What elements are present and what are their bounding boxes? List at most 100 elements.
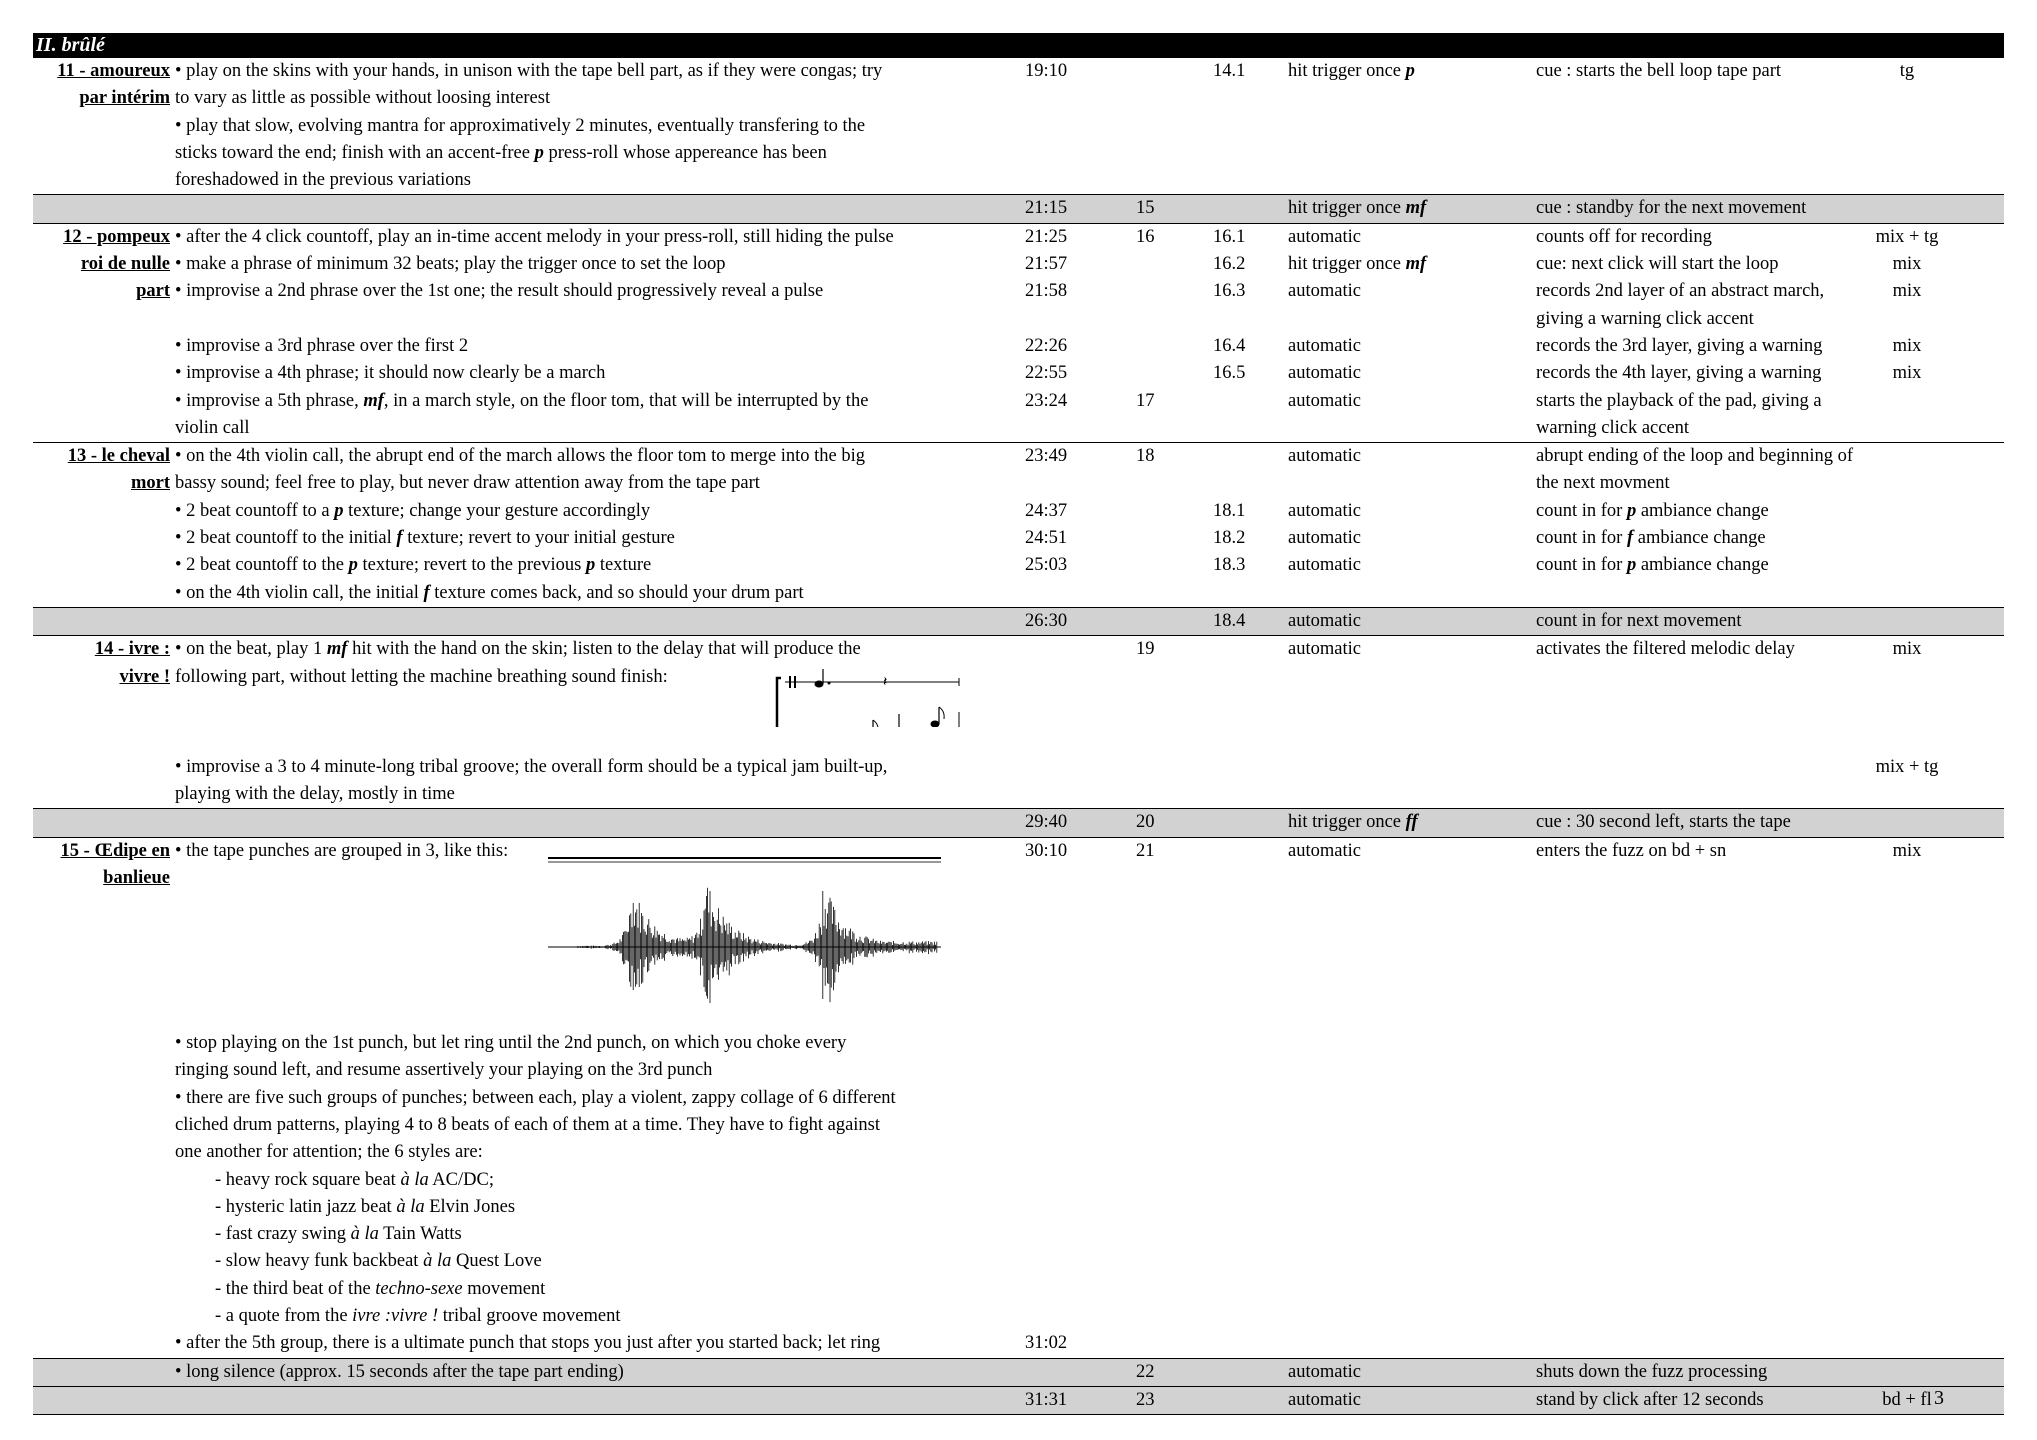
- transition-row: • long silence (approx. 15 seconds after…: [33, 1357, 2004, 1387]
- action: hit trigger once mf: [1288, 198, 1427, 219]
- cue-number: 17: [1136, 390, 1155, 411]
- output: mix: [1892, 281, 1922, 302]
- table-row: giving a warning click accent: [33, 306, 2004, 333]
- note-head: [814, 680, 824, 688]
- table-row: 11 - amoureux • play on the skins with y…: [33, 58, 2004, 85]
- staff-bracket: [775, 676, 781, 727]
- instruction: • make a phrase of minimum 32 beats; pla…: [175, 254, 726, 275]
- description: the next movment: [1536, 473, 1670, 494]
- description: count in for p ambiance change: [1536, 500, 1769, 521]
- cue-number: 22: [1136, 1361, 1155, 1382]
- output: mix: [1892, 254, 1922, 275]
- instruction: bassy sound; feel free to play, but neve…: [175, 473, 760, 494]
- list-item: - the third beat of the techno-sexe move…: [33, 1276, 2004, 1303]
- sub-cue: 18.2: [1213, 528, 1246, 549]
- instruction: playing with the delay, mostly in time: [175, 784, 455, 805]
- action: automatic: [1288, 335, 1361, 356]
- description: giving a warning click accent: [1536, 308, 1754, 329]
- note-flag: [938, 706, 945, 719]
- time: 25:03: [1025, 555, 1068, 576]
- description: shuts down the fuzz processing: [1536, 1361, 1768, 1382]
- table-row: • after the 5th group, there is a ultima…: [33, 1330, 2004, 1357]
- description: stand by click after 12 seconds: [1536, 1389, 1764, 1410]
- table-row: • on the 4th violin call, the initial f …: [33, 580, 2004, 607]
- output: mix + tg: [1875, 756, 1939, 777]
- time: 19:10: [1025, 61, 1068, 81]
- description: abrupt ending of the loop and beginning …: [1536, 446, 1854, 467]
- table-row: playing with the delay, mostly in time: [33, 781, 2004, 808]
- instruction: • 2 beat countoff to the p texture; reve…: [175, 555, 652, 576]
- transition-row: 31:31 23 automatic stand by click after …: [33, 1386, 2004, 1416]
- action: automatic: [1288, 226, 1361, 247]
- action: automatic: [1288, 281, 1361, 302]
- output: tg: [1899, 61, 1915, 81]
- description: records 2nd layer of an abstract march,: [1536, 281, 1825, 302]
- description: cue: next click will start the loop: [1536, 254, 1779, 275]
- waveform-diagram: [548, 857, 941, 1004]
- time: 21:57: [1025, 254, 1068, 275]
- output: mix + tg: [1875, 226, 1939, 247]
- movement-title: 14 - ivre :: [94, 639, 170, 660]
- action: hit trigger once mf: [1288, 254, 1427, 275]
- description: count in for p ambiance change: [1536, 555, 1769, 576]
- dot: [827, 681, 831, 685]
- table-row: roi de nulle • make a phrase of minimum …: [33, 251, 2004, 278]
- table-row: 14 - ivre : • on the beat, play 1 mf hit…: [33, 636, 2004, 663]
- table-row: mort bassy sound; feel free to play, but…: [33, 470, 2004, 497]
- time: 23:49: [1025, 446, 1068, 467]
- instruction: to vary as little as possible without lo…: [175, 88, 551, 109]
- movement-title: par intérim: [79, 88, 170, 109]
- list-item: - slow heavy funk backbeat à la Quest Lo…: [33, 1248, 2004, 1275]
- instruction: • improvise a 3rd phrase over the first …: [175, 335, 469, 356]
- instruction: cliched drum patterns, playing 4 to 8 be…: [175, 1114, 881, 1135]
- transition-row: 21:15 15 hit trigger once mf cue : stand…: [33, 194, 2004, 224]
- cue-number: 16: [1136, 226, 1155, 247]
- style-item: - slow heavy funk backbeat à la Quest Lo…: [215, 1251, 542, 1272]
- cue-number: 15: [1136, 198, 1155, 219]
- description: records the 3rd layer, giving a warning: [1536, 335, 1823, 356]
- movement-title: part: [136, 281, 170, 302]
- time: 29:40: [1025, 812, 1068, 833]
- table-row: 12 - pompeux • after the 4 click countof…: [33, 224, 2004, 251]
- sub-cue: 16.5: [1213, 363, 1246, 384]
- style-item: - hysteric latin jazz beat à la Elvin Jo…: [215, 1196, 516, 1217]
- section-title: II. brûlé: [33, 33, 2004, 58]
- time: 21:25: [1025, 226, 1068, 247]
- description: activates the filtered melodic delay: [1536, 639, 1795, 660]
- table-row: • 2 beat countoff to the initial f textu…: [33, 525, 2004, 552]
- movement-title: 12 - pompeux: [63, 226, 170, 247]
- description: cue : standby for the next movement: [1536, 198, 1807, 219]
- instruction: • on the beat, play 1 mf hit with the ha…: [175, 639, 861, 660]
- sub-cue: 16.3: [1213, 281, 1246, 302]
- table-row: • stop playing on the 1st punch, but let…: [33, 1030, 2004, 1057]
- waveform-trace: [577, 887, 938, 1004]
- instruction: • 2 beat countoff to the initial f textu…: [175, 528, 675, 549]
- list-item: - heavy rock square beat à la AC/DC;: [33, 1167, 2004, 1194]
- cue-number: 18: [1136, 446, 1155, 467]
- notation-figure: 𝄽: [33, 668, 2004, 754]
- action: automatic: [1288, 446, 1361, 467]
- output: bd + fl: [1882, 1389, 1932, 1410]
- time: 31:31: [1025, 1389, 1068, 1410]
- style-item: - fast crazy swing à la Tain Watts: [215, 1224, 462, 1245]
- instruction: • 2 beat countoff to a p texture; change…: [175, 500, 651, 521]
- description: cue : 30 second left, starts the tape: [1536, 812, 1791, 833]
- cue-number: 20: [1136, 812, 1155, 833]
- list-item: - hysteric latin jazz beat à la Elvin Jo…: [33, 1194, 2004, 1221]
- table-row: sticks toward the end; finish with an ac…: [33, 140, 2004, 167]
- instruction: foreshadowed in the previous variations: [175, 170, 471, 191]
- table-row: part • improvise a 2nd phrase over the 1…: [33, 278, 2004, 305]
- page-number: 3: [1934, 1387, 1944, 1409]
- action: automatic: [1288, 1389, 1361, 1410]
- action: automatic: [1288, 528, 1361, 549]
- time: 26:30: [1025, 610, 1068, 631]
- time: 24:37: [1025, 500, 1068, 521]
- output: mix: [1892, 363, 1922, 384]
- description: warning click accent: [1536, 417, 1690, 438]
- table-row: • improvise a 5th phrase, mf, in a march…: [33, 388, 2004, 415]
- table-row: • improvise a 3rd phrase over the first …: [33, 333, 2004, 360]
- waveform-figure: banlieue: [33, 857, 2004, 1030]
- description: starts the playback of the pad, giving a: [1536, 390, 1822, 411]
- instruction: • play that slow, evolving mantra for ap…: [175, 115, 866, 136]
- time: 22:55: [1025, 363, 1068, 384]
